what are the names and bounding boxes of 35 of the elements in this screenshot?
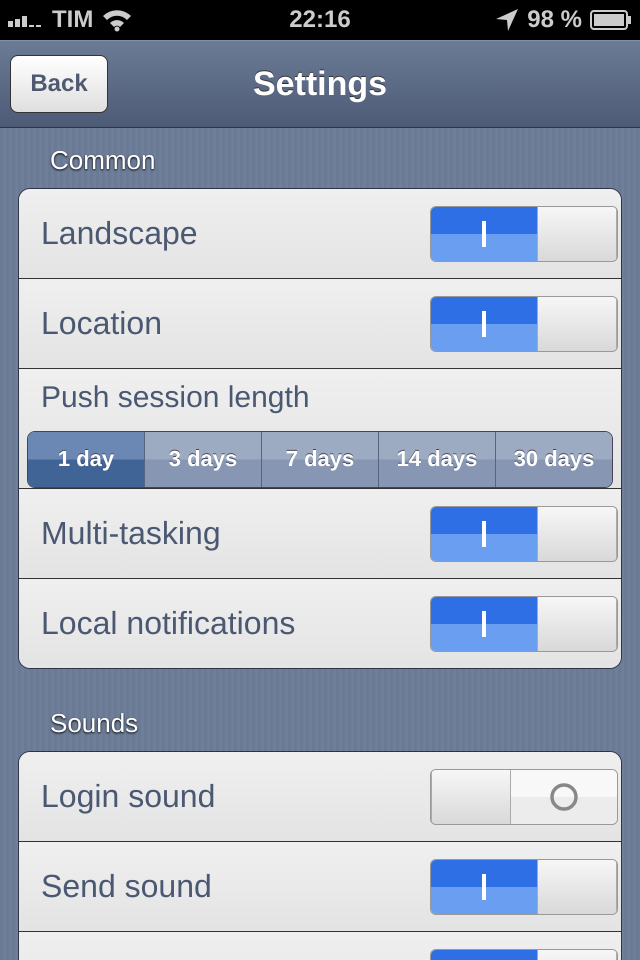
- off-circle-icon: [549, 782, 579, 812]
- toggle-switch[interactable]: [430, 506, 618, 562]
- segment-button[interactable]: 7 days: [262, 432, 379, 487]
- toggle-switch[interactable]: [430, 596, 618, 652]
- segment-button[interactable]: 1 day: [28, 432, 145, 487]
- segment-button[interactable]: 30 days: [496, 432, 612, 487]
- battery-icon: [590, 10, 632, 30]
- toggle-switch[interactable]: [430, 858, 618, 914]
- segment-button[interactable]: 14 days: [379, 432, 496, 487]
- section-header: Sounds: [49, 707, 140, 740]
- setting-label: Send sound: [41, 868, 212, 905]
- setting-label: Login sound: [41, 778, 216, 815]
- battery-percent: 98 %: [527, 6, 582, 34]
- on-bar-icon: [481, 610, 487, 636]
- back-button[interactable]: Back: [10, 55, 108, 113]
- screen-title: Settings: [252, 64, 388, 104]
- carrier-name: TIM: [52, 6, 94, 34]
- section-header: Common: [49, 144, 156, 177]
- on-bar-icon: [481, 220, 487, 246]
- signal-icon: [8, 13, 44, 27]
- setting-label: Multi-tasking: [41, 515, 221, 552]
- setting-label: Push session length: [40, 380, 311, 416]
- setting-label: Location: [41, 305, 162, 342]
- toggle-switch[interactable]: [430, 206, 618, 262]
- setting-label: Local notifications: [41, 605, 296, 642]
- toggle-switch[interactable]: [430, 768, 618, 824]
- wifi-icon: [101, 8, 134, 32]
- clock-time: 22:16: [289, 6, 351, 34]
- setting-label: Landscape: [41, 215, 198, 252]
- toggle-switch[interactable]: [430, 296, 618, 352]
- location-arrow-icon: [495, 8, 520, 32]
- segment-button[interactable]: 3 days: [145, 432, 262, 487]
- on-bar-icon: [481, 874, 487, 900]
- on-bar-icon: [481, 310, 487, 336]
- on-bar-icon: [481, 520, 487, 546]
